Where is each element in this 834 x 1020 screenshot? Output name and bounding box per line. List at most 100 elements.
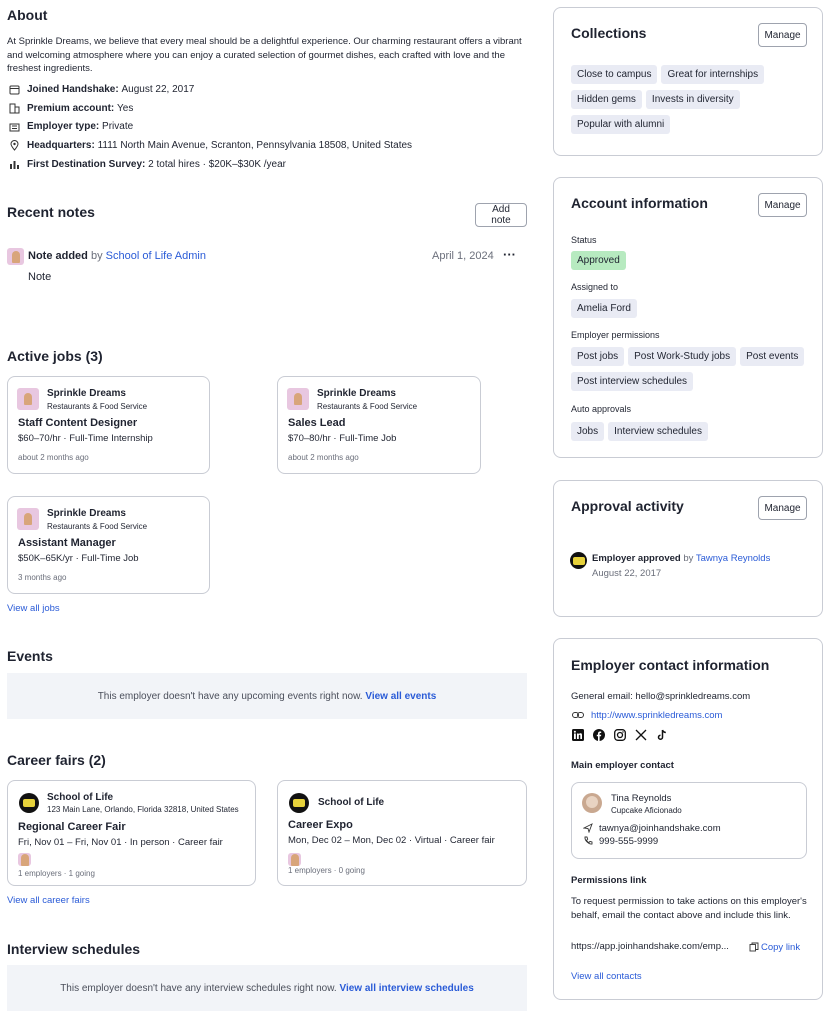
general-email: General email: hello@sprinkledreams.com bbox=[571, 691, 751, 702]
contact-email-row: tawnya@joinhandshake.com bbox=[583, 822, 721, 834]
approval-panel: Approval activity Manage Employer approv… bbox=[553, 480, 823, 617]
collection-tag[interactable]: Popular with alumni bbox=[571, 115, 671, 134]
permissions-tags: Post jobs Post Work-Study jobs Post events… bbox=[571, 347, 816, 397]
note-header: Note added by School of Life Admin bbox=[28, 250, 206, 262]
tiktok-icon[interactable] bbox=[655, 728, 669, 742]
office-icon bbox=[7, 120, 21, 132]
view-all-schedules-link[interactable]: View all interview schedules bbox=[339, 983, 473, 994]
notes-heading: Recent notes bbox=[7, 204, 95, 220]
send-icon bbox=[583, 822, 593, 834]
company-logo bbox=[287, 388, 309, 410]
account-heading: Account information bbox=[571, 195, 708, 211]
building-icon bbox=[7, 102, 21, 114]
about-heading: About bbox=[7, 7, 48, 23]
collection-tag[interactable]: Great for internships bbox=[661, 65, 765, 84]
link-icon bbox=[571, 709, 585, 721]
company-logo bbox=[17, 508, 39, 530]
approval-heading: Approval activity bbox=[571, 498, 684, 514]
contact-phone[interactable]: 999-555-9999 bbox=[599, 836, 658, 847]
approval-entry: Employer approved by Tawnya Reynolds bbox=[592, 553, 771, 564]
note-author-link[interactable]: School of Life Admin bbox=[106, 250, 206, 262]
collection-tag[interactable]: Close to campus bbox=[571, 65, 658, 84]
assigned-label: Assigned to bbox=[571, 282, 619, 292]
school-logo bbox=[19, 793, 39, 813]
approver-link[interactable]: Tawnya Reynolds bbox=[696, 553, 770, 564]
collection-tag[interactable]: Hidden gems bbox=[571, 90, 642, 109]
social-links bbox=[571, 728, 676, 742]
approver-avatar bbox=[570, 552, 587, 569]
auto-approvals-tags: Jobs Interview schedules bbox=[571, 422, 712, 447]
collections-tags: Close to campus Great for internships Hid… bbox=[571, 65, 816, 140]
chart-icon bbox=[7, 158, 21, 170]
website-row: http://www.sprinkledreams.com bbox=[571, 709, 722, 721]
auto-approvals-label: Auto approvals bbox=[571, 404, 632, 414]
about-description: At Sprinkle Dreams, we believe that ever… bbox=[7, 36, 522, 74]
view-all-events-link[interactable]: View all events bbox=[365, 691, 436, 702]
location-pin-icon bbox=[7, 139, 21, 151]
linkedin-icon[interactable] bbox=[571, 728, 585, 742]
auto-approval-tag: Interview schedules bbox=[608, 422, 708, 441]
schedules-empty-state: This employer doesn't have any interview… bbox=[7, 965, 527, 1011]
events-heading: Events bbox=[7, 648, 53, 664]
fact-fds: First Destination Survey: 2 total hires … bbox=[7, 158, 286, 170]
contact-name: Tina Reynolds bbox=[611, 793, 672, 804]
career-fair-card[interactable]: School of Life Career Expo Mon, Dec 02 –… bbox=[277, 780, 527, 886]
auto-approval-tag: Jobs bbox=[571, 422, 605, 441]
fact-headquarters: Headquarters: 1111 North Main Avenue, Sc… bbox=[7, 139, 412, 151]
status-label: Status bbox=[571, 235, 597, 245]
permission-tag: Post Work-Study jobs bbox=[628, 347, 737, 366]
add-note-button[interactable]: Add note bbox=[475, 203, 527, 227]
permissions-link-label: Permissions link bbox=[571, 875, 647, 886]
view-all-jobs-link[interactable]: View all jobs bbox=[7, 603, 60, 614]
note-date: April 1, 2024 bbox=[432, 250, 494, 262]
schedules-heading: Interview schedules bbox=[7, 941, 141, 957]
copy-link-button[interactable]: Copy link bbox=[749, 941, 800, 953]
permission-tag: Post events bbox=[740, 347, 805, 366]
main-contact-card: Tina Reynolds Cupcake Aficionado tawnya@… bbox=[571, 782, 807, 859]
job-card[interactable]: Sprinkle Dreams Restaurants & Food Servi… bbox=[277, 376, 481, 474]
contact-heading: Employer contact information bbox=[571, 657, 770, 673]
approval-manage-button[interactable]: Manage bbox=[758, 496, 807, 520]
fact-employer-type: Employer type: Private bbox=[7, 120, 133, 132]
permission-tag: Post interview schedules bbox=[571, 372, 694, 391]
collection-tag[interactable]: Invests in diversity bbox=[645, 90, 740, 109]
employer-avatar bbox=[288, 853, 301, 866]
fact-joined: Joined Handshake: August 22, 2017 bbox=[7, 83, 194, 95]
main-contact-label: Main employer contact bbox=[571, 760, 674, 771]
permissions-link-text: To request permission to take actions on… bbox=[571, 896, 807, 921]
approval-date: August 22, 2017 bbox=[592, 568, 662, 579]
collections-panel: Collections Manage Close to campus Great … bbox=[553, 7, 823, 156]
job-card[interactable]: Sprinkle Dreams Restaurants & Food Servi… bbox=[7, 376, 210, 474]
instagram-icon[interactable] bbox=[613, 728, 627, 742]
contact-role: Cupcake Aficionado bbox=[611, 806, 682, 815]
view-all-contacts-link[interactable]: View all contacts bbox=[571, 971, 642, 982]
note-body: Note bbox=[28, 271, 52, 283]
collections-heading: Collections bbox=[571, 25, 647, 41]
events-empty-state: This employer doesn't have any upcoming … bbox=[7, 673, 527, 719]
permission-tag: Post jobs bbox=[571, 347, 625, 366]
view-all-career-fairs-link[interactable]: View all career fairs bbox=[7, 895, 90, 906]
copy-icon bbox=[749, 941, 759, 953]
permissions-url: https://app.joinhandshake.com/emp... bbox=[571, 941, 729, 952]
facebook-icon[interactable] bbox=[592, 728, 606, 742]
avatar bbox=[582, 793, 602, 813]
jobs-heading: Active jobs (3) bbox=[7, 348, 103, 364]
employer-avatar bbox=[18, 853, 31, 866]
contact-phone-row: 999-555-9999 bbox=[583, 835, 658, 847]
contact-email[interactable]: tawnya@joinhandshake.com bbox=[599, 823, 721, 834]
note-more-button[interactable]: ··· bbox=[503, 247, 516, 262]
account-manage-button[interactable]: Manage bbox=[758, 193, 807, 217]
job-card[interactable]: Sprinkle Dreams Restaurants & Food Servi… bbox=[7, 496, 210, 594]
status-badge: Approved bbox=[571, 251, 626, 270]
company-logo bbox=[17, 388, 39, 410]
fact-premium: Premium account: Yes bbox=[7, 102, 133, 114]
career-fair-card[interactable]: School of Life 123 Main Lane, Orlando, F… bbox=[7, 780, 256, 886]
x-icon[interactable] bbox=[634, 728, 648, 742]
contact-panel: Employer contact information General ema… bbox=[553, 638, 823, 1000]
website-link[interactable]: http://www.sprinkledreams.com bbox=[591, 710, 722, 721]
assigned-user-tag: Amelia Ford bbox=[571, 299, 637, 318]
account-panel: Account information Manage Status Approv… bbox=[553, 177, 823, 458]
collections-manage-button[interactable]: Manage bbox=[758, 23, 807, 47]
phone-icon bbox=[583, 835, 593, 847]
calendar-icon bbox=[7, 83, 21, 95]
